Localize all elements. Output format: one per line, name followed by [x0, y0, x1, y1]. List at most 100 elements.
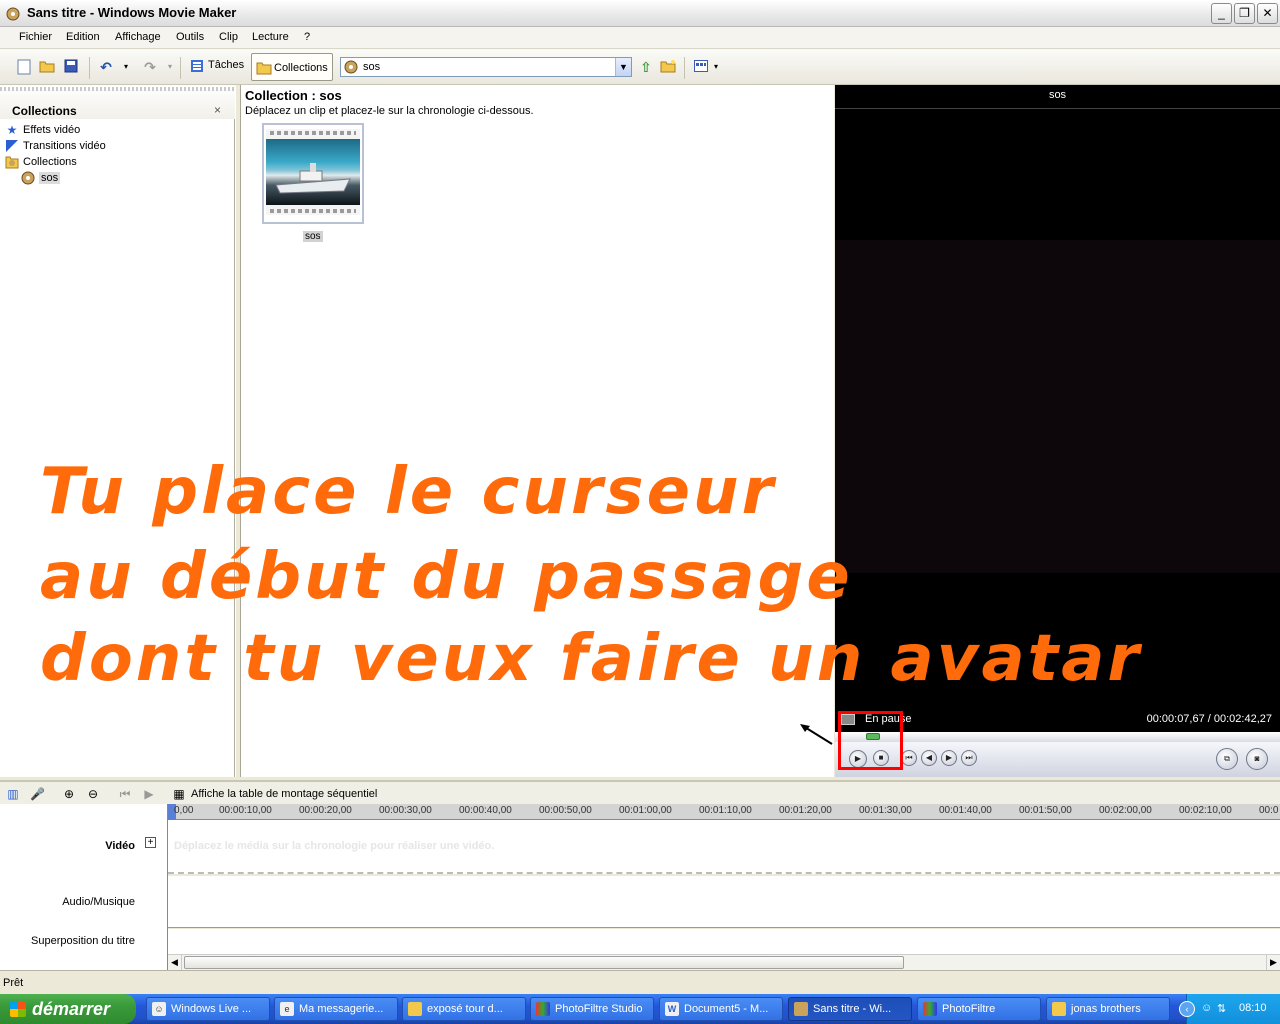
menu-clip[interactable]: Clip: [219, 31, 238, 43]
zoom-in-icon[interactable]: ⊕: [62, 787, 76, 801]
ruler-tick: 00:00:20,00: [299, 805, 352, 816]
collection-select[interactable]: sos ▼: [340, 57, 632, 77]
windows-logo-icon: [10, 1001, 26, 1017]
tree-item-collections[interactable]: Collections: [4, 154, 77, 170]
taskbar-item-document5[interactable]: W Document5 - M...: [659, 997, 783, 1021]
collection-reel-icon: [20, 171, 36, 185]
clip-label: sos: [303, 231, 323, 242]
collection-reel-icon: [344, 60, 359, 74]
timeline-track-labels: Vidéo + Audio/Musique Superposition du t…: [0, 804, 168, 970]
next-frame-button[interactable]: ⏭: [961, 750, 977, 766]
close-icon[interactable]: ×: [214, 103, 221, 117]
chevron-down-icon[interactable]: ▼: [615, 58, 631, 76]
storyboard-icon[interactable]: ▦: [172, 787, 186, 801]
tray-expand-icon[interactable]: ‹: [1179, 1001, 1195, 1017]
ruler-tick: 00:00:40,00: [459, 805, 512, 816]
play-timeline-icon[interactable]: ▶: [142, 787, 156, 801]
folder-icon: [1052, 1002, 1066, 1016]
view-dropdown-icon[interactable]: ▾: [708, 59, 724, 75]
audio-track-label: Audio/Musique: [62, 896, 135, 908]
collection-instructions: Déplacez un clip et placez-le sur la chr…: [245, 105, 534, 117]
clip-thumbnail[interactable]: [262, 123, 364, 224]
ruler-tick: 00:02:10,00: [1179, 805, 1232, 816]
taskbar-item-photofiltre-studio[interactable]: PhotoFiltre Studio: [530, 997, 654, 1021]
up-level-icon[interactable]: ⇧: [638, 59, 654, 75]
transition-icon: [4, 139, 20, 153]
status-bar-text: Prêt: [3, 977, 24, 989]
network-tray-icon[interactable]: ⇅: [1217, 1002, 1231, 1016]
show-storyboard-link[interactable]: Affiche la table de montage séquentiel: [191, 788, 377, 800]
rewind-button[interactable]: ◀: [921, 750, 937, 766]
new-project-icon[interactable]: [16, 59, 32, 75]
messenger-tray-icon[interactable]: ☺: [1201, 1002, 1215, 1016]
menu-help[interactable]: ?: [304, 31, 310, 43]
star-icon: ★: [6, 123, 18, 138]
toolbar-separator: [89, 57, 90, 79]
collections-button[interactable]: Collections: [251, 53, 333, 81]
minimize-button[interactable]: _: [1211, 3, 1232, 24]
taskbar-item-movie-maker[interactable]: Sans titre - Wi...: [788, 997, 912, 1021]
open-project-icon[interactable]: [39, 59, 55, 75]
scrollbar-thumb[interactable]: [184, 956, 904, 969]
forward-button[interactable]: ▶: [941, 750, 957, 766]
previous-frame-button[interactable]: ⏮: [901, 750, 917, 766]
expand-video-track-icon[interactable]: +: [145, 837, 156, 848]
undo-icon[interactable]: ↶: [98, 59, 114, 75]
scroll-left-icon[interactable]: ◀: [168, 955, 182, 970]
clock: 08:10: [1239, 1002, 1267, 1014]
overlay-instruction-line-3: dont tu veux faire un avatar: [40, 622, 1142, 696]
split-clip-icon[interactable]: ⧉: [1216, 748, 1238, 770]
tree-item-label: Effets vidéo: [23, 124, 81, 136]
timeline-horizontal-scrollbar[interactable]: ◀ ▶: [168, 954, 1280, 970]
taskbar-item-expose[interactable]: exposé tour d...: [402, 997, 526, 1021]
audio-track[interactable]: [168, 876, 1280, 928]
messenger-icon: ☺: [152, 1002, 166, 1016]
camera-snapshot-icon[interactable]: ◙: [1246, 748, 1268, 770]
ruler-tick: 00:02:00,00: [1099, 805, 1152, 816]
collection-title: Collection : sos: [245, 88, 342, 103]
overlay-instruction-line-1: Tu place le curseur: [40, 455, 777, 529]
tree-item-video-transitions[interactable]: Transitions vidéo: [4, 138, 106, 154]
rewind-timeline-icon[interactable]: ⏮: [118, 787, 132, 801]
zoom-out-icon[interactable]: ⊖: [86, 787, 100, 801]
scroll-right-icon[interactable]: ▶: [1266, 955, 1280, 970]
menu-edition[interactable]: Edition: [66, 31, 100, 43]
timeline-ruler[interactable]: 0,00 00:00:10,00 00:00:20,00 00:00:30,00…: [168, 804, 1280, 820]
folder-icon: [408, 1002, 422, 1016]
taskbar-item-jonas-brothers[interactable]: jonas brothers: [1046, 997, 1170, 1021]
status-bar: Prêt: [0, 970, 1280, 994]
tree-item-sos[interactable]: sos: [20, 170, 61, 186]
timeline-toolbar: ▥ 🎤 ⊕ ⊖ ⏮ ▶ ▦ Affiche la table de montag…: [0, 780, 1280, 804]
taskbar-item-photofiltre[interactable]: PhotoFiltre: [917, 997, 1041, 1021]
set-audio-levels-icon[interactable]: ▥: [6, 787, 20, 801]
menu-lecture[interactable]: Lecture: [252, 31, 289, 43]
taskbar: démarrer ☺ Windows Live ... e Ma messageri…: [0, 994, 1280, 1024]
tasks-label: Tâches: [208, 59, 245, 71]
close-button[interactable]: ✕: [1257, 3, 1278, 24]
tasks-button[interactable]: Tâches: [188, 55, 248, 79]
movie-maker-icon: [794, 1002, 808, 1016]
taskbar-item-windows-live[interactable]: ☺ Windows Live ...: [146, 997, 270, 1021]
restore-button[interactable]: ❐: [1234, 3, 1255, 24]
narrate-timeline-icon[interactable]: 🎤: [30, 787, 45, 801]
ruler-tick: 00:00:30,00: [379, 805, 432, 816]
ruler-tick: 0,00: [174, 805, 194, 816]
start-button[interactable]: démarrer: [0, 994, 136, 1024]
toolbar-separator: [684, 57, 685, 79]
taskbar-item-label: Ma messagerie...: [299, 1003, 384, 1015]
menu-affichage[interactable]: Affichage: [115, 31, 161, 43]
redo-dropdown-icon[interactable]: ▾: [162, 59, 178, 75]
tree-item-video-effects[interactable]: ★ Effets vidéo: [4, 122, 81, 138]
new-folder-icon[interactable]: [660, 59, 676, 75]
preview-video-area: [835, 240, 1280, 573]
title-bar[interactable]: Sans titre - Windows Movie Maker _ ❐ ✕: [0, 0, 1280, 27]
video-track[interactable]: Déplacez le média sur la chronologie pou…: [168, 820, 1280, 874]
menu-fichier[interactable]: Fichier: [19, 31, 52, 43]
undo-dropdown-icon[interactable]: ▾: [118, 59, 134, 75]
view-icon[interactable]: [693, 59, 709, 75]
redo-icon[interactable]: ↷: [142, 59, 158, 75]
menu-outils[interactable]: Outils: [176, 31, 204, 43]
title-overlay-track[interactable]: [168, 929, 1280, 954]
save-icon[interactable]: [63, 59, 79, 75]
taskbar-item-messagerie[interactable]: e Ma messagerie...: [274, 997, 398, 1021]
